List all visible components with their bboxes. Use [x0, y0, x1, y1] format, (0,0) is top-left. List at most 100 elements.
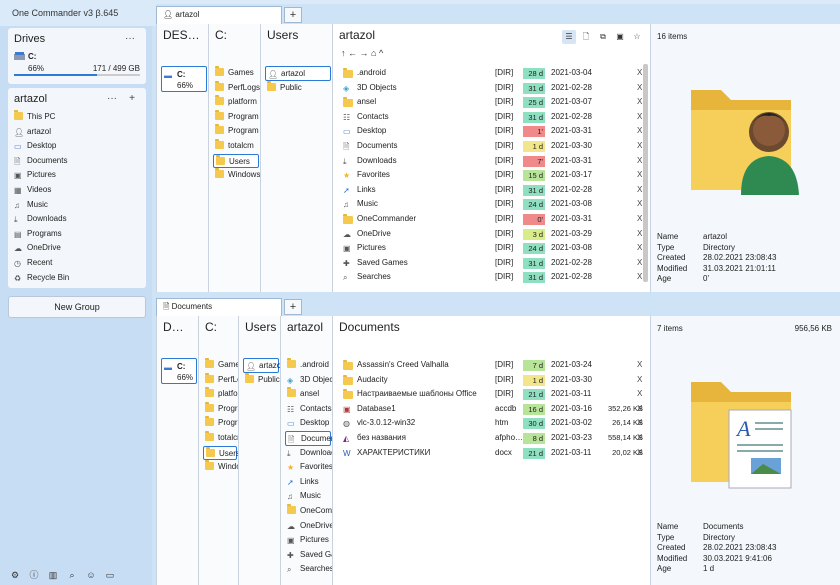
- navigation-toolbar[interactable]: ↑ ← → ⌂ ^: [341, 48, 383, 58]
- file-row[interactable]: W ХАРАКТЕРИСТИКИ docx 21 d 2021-03-11 20,02 K…: [339, 446, 643, 461]
- file-row[interactable]: ⤓ Downloads [DIR] 7' 2021-03-31 X: [339, 154, 642, 169]
- close-icon[interactable]: X: [637, 212, 642, 227]
- window-icon[interactable]: ▭: [103, 568, 117, 582]
- column-item[interactable]: Public: [265, 80, 331, 96]
- column-item[interactable]: ▬ C: 66%: [161, 358, 197, 384]
- search-icon[interactable]: ⌕: [65, 568, 79, 582]
- file-row[interactable]: .android [DIR] 28 d 2021-03-04 X: [339, 66, 642, 81]
- column-item[interactable]: ansel: [285, 387, 331, 402]
- favorite-item-this-pc[interactable]: This PC: [14, 110, 69, 125]
- column-item[interactable]: OneCommander: [285, 503, 332, 519]
- close-icon[interactable]: X: [637, 227, 642, 242]
- column-item[interactable]: ★ Favorites: [285, 460, 332, 475]
- panel-icon[interactable]: ▣: [613, 30, 627, 44]
- favorite-item-artazol[interactable]: 👤︎ artazol: [14, 125, 69, 140]
- column-item[interactable]: ▬ C: 66%: [161, 66, 207, 92]
- user-add-button[interactable]: +: [124, 93, 140, 107]
- column-item[interactable]: ☁︎ OneDrive: [285, 519, 332, 534]
- close-icon[interactable]: X: [637, 358, 642, 373]
- file-row[interactable]: ▣ Database1 accdb 16 d 2021-03-16 352,26 KB X: [339, 402, 643, 417]
- column-item[interactable]: Users: [203, 445, 238, 461]
- user-more-button[interactable]: ···: [104, 93, 120, 107]
- column-item[interactable]: 👤︎artazol: [265, 66, 331, 81]
- add-tab-button[interactable]: +: [284, 7, 302, 23]
- file-row[interactable]: ▣ Pictures [DIR] 24 d 2021-03-08 X: [339, 241, 642, 256]
- settings-icon[interactable]: ⚙︎: [8, 568, 22, 582]
- close-icon[interactable]: X: [637, 154, 642, 169]
- column-item[interactable]: 👤︎artazol: [243, 358, 280, 373]
- column-item[interactable]: ✚ Saved Games: [285, 548, 332, 563]
- column-item[interactable]: totalcm: [203, 430, 238, 446]
- user-settings-icon[interactable]: ☺︎: [84, 568, 98, 582]
- column-item[interactable]: Windows: [203, 460, 238, 475]
- close-icon[interactable]: X: [637, 81, 642, 96]
- favorite-item-desktop[interactable]: ▭ Desktop: [14, 139, 69, 154]
- column-item[interactable]: .android: [285, 358, 331, 373]
- file-row[interactable]: ☷ Contacts [DIR] 31 d 2021-02-28 X: [339, 110, 642, 125]
- close-icon[interactable]: X: [637, 66, 642, 81]
- file-row[interactable]: ▭ Desktop [DIR] 1' 2021-03-31 X: [339, 124, 642, 139]
- tab-artazol[interactable]: 👤︎ artazol: [156, 6, 282, 24]
- favorite-item-pictures[interactable]: ▣ Pictures: [14, 168, 69, 183]
- column-item[interactable]: ▣ Pictures: [285, 533, 331, 548]
- file-row[interactable]: 🗎︎ Documents [DIR] 1 d 2021-03-30 X: [339, 139, 642, 154]
- close-icon[interactable]: X: [637, 402, 642, 417]
- favorite-item-music[interactable]: ♫ Music: [14, 198, 69, 213]
- favorite-item-programs[interactable]: ▤ Programs: [14, 227, 69, 242]
- close-icon[interactable]: X: [637, 387, 642, 402]
- close-icon[interactable]: X: [637, 183, 642, 198]
- file-row[interactable]: ◍ vlc-3.0.12-win32 htm 30 d 2021-03-02 26,14 …: [339, 416, 643, 431]
- new-group-button[interactable]: New Group: [8, 296, 146, 318]
- file-row[interactable]: ansel [DIR] 25 d 2021-03-07 X: [339, 95, 642, 110]
- column-item[interactable]: Program: [213, 124, 259, 139]
- file-row[interactable]: ★ Favorites [DIR] 15 d 2021-03-17 X: [339, 168, 642, 183]
- close-icon[interactable]: X: [637, 431, 642, 446]
- close-icon[interactable]: X: [637, 139, 642, 154]
- close-icon[interactable]: X: [637, 95, 642, 110]
- column-item[interactable]: PerfLogs: [213, 80, 260, 96]
- close-icon[interactable]: X: [637, 446, 642, 461]
- star-icon[interactable]: ☆: [630, 30, 644, 44]
- column-item[interactable]: Games: [203, 358, 238, 373]
- close-icon[interactable]: X: [637, 110, 642, 125]
- close-icon[interactable]: X: [637, 373, 642, 388]
- column-item[interactable]: PerfLogs: [203, 372, 238, 388]
- file-row[interactable]: Настраиваемые шаблоны Office [DIR] 21 d 202…: [339, 387, 642, 402]
- close-icon[interactable]: X: [637, 256, 642, 271]
- column-item[interactable]: ☷ Contacts: [285, 402, 332, 417]
- column-item[interactable]: ◈ 3D Objects: [285, 373, 332, 388]
- column-item[interactable]: Users: [213, 153, 259, 169]
- file-row[interactable]: ◭ без названия afpho… 8 d 2021-03-23 558,14 K…: [339, 431, 643, 446]
- drives-more-button[interactable]: ···: [122, 33, 138, 47]
- column-item[interactable]: ➚ Links: [285, 475, 331, 490]
- close-icon[interactable]: X: [637, 168, 642, 183]
- tab-documents[interactable]: 🗎︎ Documents: [156, 298, 282, 316]
- favorite-item-downloads[interactable]: ⤓ Downloads: [14, 212, 69, 227]
- favorite-item-recycle-bin[interactable]: ♻︎ Recycle Bin: [14, 271, 69, 286]
- favorite-item-videos[interactable]: ▦ Videos: [14, 183, 69, 198]
- close-icon[interactable]: X: [637, 241, 642, 256]
- close-icon[interactable]: X: [637, 124, 642, 139]
- column-item[interactable]: Public: [243, 372, 280, 388]
- file-row[interactable]: Audacity [DIR] 1 d 2021-03-30 X: [339, 373, 642, 388]
- file-row[interactable]: ☁︎ OneDrive [DIR] 3 d 2021-03-29 X: [339, 227, 642, 242]
- column-item[interactable]: ⤓ Downloads: [285, 446, 332, 461]
- copy-path-icon[interactable]: ⧉: [596, 30, 610, 44]
- favorite-item-documents[interactable]: 🗎︎ Documents: [14, 154, 69, 169]
- column-item[interactable]: ♫ Music: [285, 489, 331, 504]
- list-view-icon[interactable]: ☰: [562, 30, 576, 44]
- column-item[interactable]: ⌕ Searches: [285, 562, 332, 577]
- column-item[interactable]: platform: [203, 387, 238, 402]
- columns-icon[interactable]: ▥: [46, 568, 60, 582]
- file-row[interactable]: OneCommander [DIR] 0' 2021-03-31 X: [339, 212, 642, 227]
- file-row[interactable]: ◈ 3D Objects [DIR] 31 d 2021-02-28 X: [339, 81, 642, 96]
- file-row[interactable]: ✚ Saved Games [DIR] 31 d 2021-02-28 X: [339, 256, 642, 271]
- column-item[interactable]: totalcm: [213, 138, 259, 154]
- file-row[interactable]: Assassin's Creed Valhalla [DIR] 7 d 2021-03…: [339, 358, 642, 373]
- file-row[interactable]: ➚ Links [DIR] 31 d 2021-02-28 X: [339, 183, 642, 198]
- close-icon[interactable]: X: [637, 197, 642, 212]
- column-item[interactable]: platform: [213, 95, 259, 110]
- new-file-icon[interactable]: 🗋︎: [579, 30, 593, 44]
- file-row[interactable]: ♫ Music [DIR] 24 d 2021-03-08 X: [339, 197, 642, 212]
- favorite-item-onedrive[interactable]: ☁︎ OneDrive: [14, 241, 69, 256]
